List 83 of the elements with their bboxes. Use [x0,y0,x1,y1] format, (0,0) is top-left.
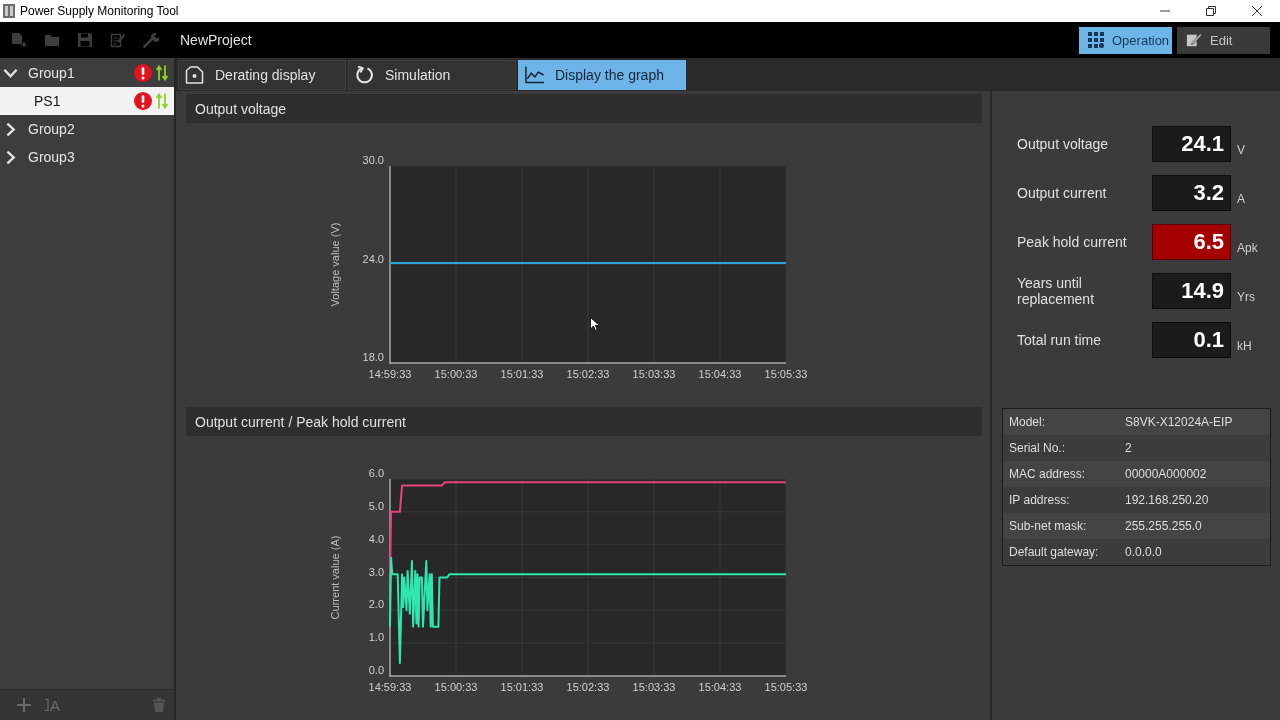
info-value: 192.168.250.20 [1125,493,1209,507]
info-label: Sub-net mask: [1008,519,1088,533]
restore-icon [1206,6,1216,16]
tick-label: 15:03:33 [632,681,676,693]
tree-item[interactable]: PS1 [0,87,174,115]
tick-label: 15:00:33 [434,681,478,693]
tree-item[interactable]: Group3 [0,143,174,171]
info-value: S8VK-X12024A-EIP [1125,415,1233,429]
add-button[interactable] [17,698,31,712]
axis-label: Voltage value (V) [329,222,341,307]
app-icon [3,4,15,18]
window-title: Power Supply Monitoring Tool [20,4,180,18]
tick-label: 14:59:33 [368,368,412,380]
reading-label: Output voltage [1017,136,1110,152]
value-display: 6.5 [1152,224,1231,260]
chevron-right-icon[interactable] [6,121,16,137]
tab[interactable]: Simulation [348,60,516,90]
tick-label: 1.0 [368,631,384,644]
plus-icon [17,698,31,712]
info-value: 255.255.255.0 [1125,519,1202,533]
tab[interactable]: Derating display [178,60,346,90]
chevron-down-icon[interactable] [3,67,18,79]
tick-label: 15:05:33 [764,681,808,693]
info-value: 00000A000002 [1125,467,1207,481]
tick-label: 15:04:33 [698,368,742,380]
info-value: 2 [1125,441,1132,455]
refresh-icon [355,66,374,84]
info-label: IP address: [1008,493,1071,507]
tree-item[interactable]: Group2 [0,115,174,143]
info-label: MAC address: [1008,467,1087,481]
tick-label: 30.0 [362,154,384,166]
tick-label: 3.0 [368,565,384,578]
info-value: 0.0.0.0 [1125,545,1162,559]
pointer-cursor-icon [590,317,599,331]
dot-frame-icon [185,66,204,84]
info-label: Serial No.: [1008,441,1067,455]
tick-label: 18.0 [362,351,384,363]
tick-label: 0.0 [368,664,384,676]
info-label: Default gateway: [1008,545,1100,559]
tick-label: 15:05:33 [764,368,808,380]
value-display: 14.9 [1152,273,1231,309]
close-icon [1252,6,1262,16]
section-header: Output current / Peak hold current [186,407,982,436]
mode-button[interactable]: Edit [1177,26,1270,54]
info-label: Model: [1008,415,1047,429]
chevron-right-icon[interactable] [6,149,16,165]
tick-label: 6.0 [368,467,384,479]
tick-label: 24.0 [362,252,384,265]
project-name: NewProject [180,32,252,48]
line-graph-icon [525,66,544,84]
unit-label: A [1236,192,1246,208]
value-display: 3.2 [1152,175,1231,211]
mode-button[interactable]: Operation [1079,26,1172,54]
tick-label: 15:04:33 [698,681,742,693]
grid-icon [1088,32,1104,48]
tick-label: 15:03:33 [632,368,676,380]
tick-label: 15:02:33 [566,681,610,693]
unit-label: V [1236,143,1246,159]
reading-label: Output current [1017,185,1108,201]
text-cursor-icon [45,699,49,711]
tick-label: 2.0 [368,598,384,611]
tree-item[interactable]: Group1 [0,59,174,87]
notepad-pencil-icon [1186,32,1202,48]
trash-icon [152,698,166,712]
reading-label: Peak hold current [1017,234,1128,250]
unit-label: Yrs [1236,290,1256,306]
reading-label: Years until replacement [1017,275,1096,307]
tick-label: 4.0 [368,532,384,545]
tick-label: 14:59:33 [368,681,412,693]
tick-label: 15:01:33 [500,368,544,380]
tick-label: 15:00:33 [434,368,478,380]
unit-label: Apk [1236,241,1259,257]
axis-label: Current value (A) [329,535,341,620]
tab[interactable]: Display the graph [518,60,686,90]
delete-button[interactable] [152,698,166,712]
unit-label: kH [1236,339,1253,355]
value-display: 24.1 [1152,126,1231,162]
section-header: Output voltage [186,94,982,123]
reading-label: Total run time [1017,332,1103,348]
value-display: 0.1 [1152,322,1231,358]
tick-label: 15:01:33 [500,681,544,693]
tick-label: 15:02:33 [566,368,610,380]
tick-label: 5.0 [368,499,384,512]
